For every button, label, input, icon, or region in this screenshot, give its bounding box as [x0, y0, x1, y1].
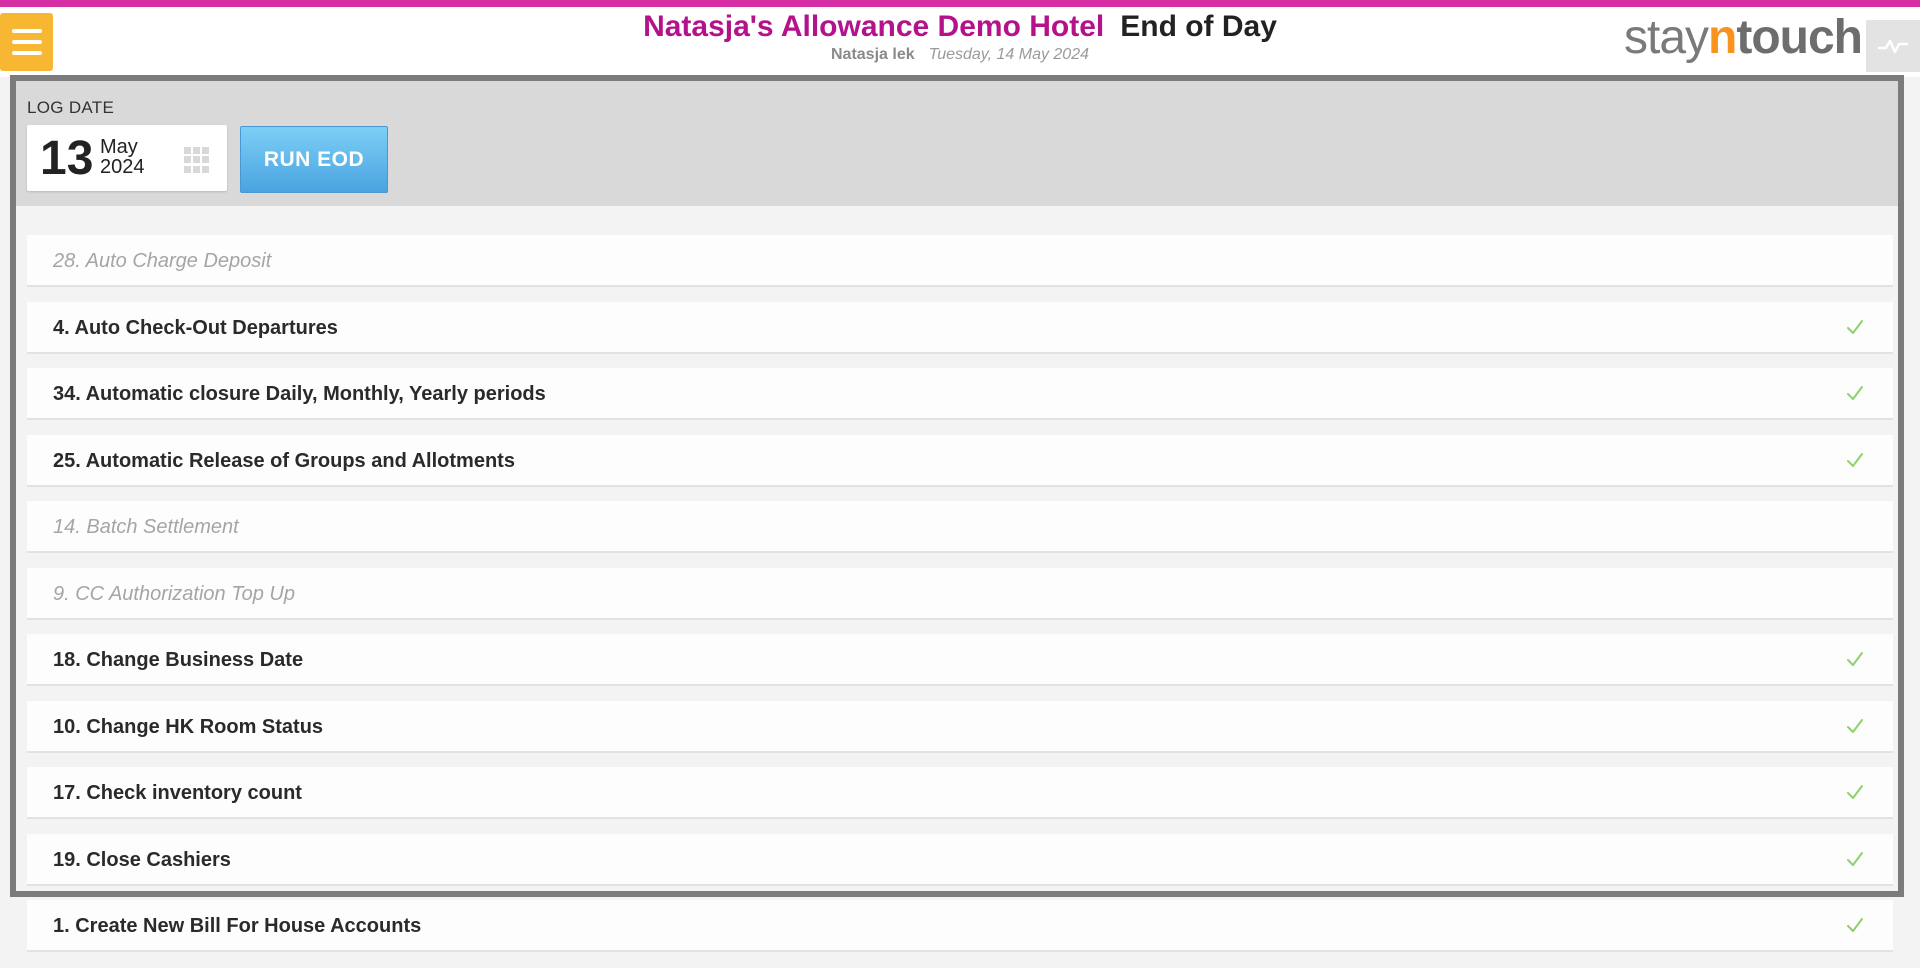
user-name: Natasja lek	[831, 46, 915, 63]
process-row[interactable]: 19. Close Cashiers	[27, 833, 1893, 886]
check-icon	[1847, 386, 1863, 400]
log-date-picker[interactable]: 13 May 2024	[27, 125, 227, 191]
check-icon	[1847, 918, 1863, 932]
process-label: 10. Change HK Room Status	[53, 715, 324, 738]
process-label: 28. Auto Charge Deposit	[53, 250, 272, 272]
process-row[interactable]: 1. Create New Bill For House Accounts	[27, 900, 1893, 952]
log-date-month: May	[100, 136, 138, 158]
log-date-year: 2024	[100, 156, 145, 178]
process-label: 14. Batch Settlement	[53, 516, 239, 538]
log-date-label: LOG DATE	[27, 98, 115, 117]
process-label: 25. Automatic Release of Groups and Allo…	[53, 449, 515, 472]
process-label: 9. CC Authorization Top Up	[53, 582, 295, 605]
process-label: 18. Change Business Date	[53, 649, 304, 671]
check-icon	[1847, 319, 1863, 334]
process-row[interactable]: 18. Change Business Date	[27, 634, 1893, 686]
process-row[interactable]: 28. Auto Charge Deposit	[27, 235, 1893, 287]
process-row[interactable]: 25. Automatic Release of Groups and Allo…	[27, 434, 1893, 487]
check-icon	[1847, 851, 1863, 866]
process-row[interactable]: 14. Batch Settlement	[27, 501, 1893, 553]
run-eod-button[interactable]: RUN EOD	[240, 126, 388, 193]
process-label: 34. Automatic closure Daily, Monthly, Ye…	[53, 383, 546, 405]
process-label: 19. Close Cashiers	[53, 848, 231, 871]
hotel-name: Natasja's Allowance Demo Hotel	[643, 10, 1105, 43]
calendar-grid-icon	[184, 147, 210, 173]
check-icon	[1847, 652, 1863, 666]
process-row[interactable]: 17. Check inventory count	[27, 767, 1893, 819]
pulse-button[interactable]	[1866, 20, 1920, 72]
process-row[interactable]: 10. Change HK Room Status	[27, 700, 1893, 753]
process-row[interactable]: 9. CC Authorization Top Up	[27, 567, 1893, 620]
process-label: 4. Auto Check-Out Departures	[53, 316, 338, 339]
process-label: 1. Create New Bill For House Accounts	[53, 915, 422, 937]
current-date: Tuesday, 14 May 2024	[928, 46, 1089, 63]
process-row[interactable]: 34. Automatic closure Daily, Monthly, Ye…	[27, 368, 1893, 420]
pulse-icon	[1878, 39, 1908, 54]
process-label: 17. Check inventory count	[53, 782, 302, 804]
check-icon	[1847, 785, 1863, 799]
check-icon	[1847, 718, 1863, 733]
stayntouch-logo: stayntouch	[1624, 11, 1863, 64]
top-accent-bar	[0, 0, 1920, 7]
log-date-day: 13	[40, 132, 94, 185]
check-icon	[1847, 452, 1863, 467]
process-row[interactable]: 4. Auto Check-Out Departures	[27, 301, 1893, 354]
page-name: End of Day	[1120, 10, 1277, 43]
